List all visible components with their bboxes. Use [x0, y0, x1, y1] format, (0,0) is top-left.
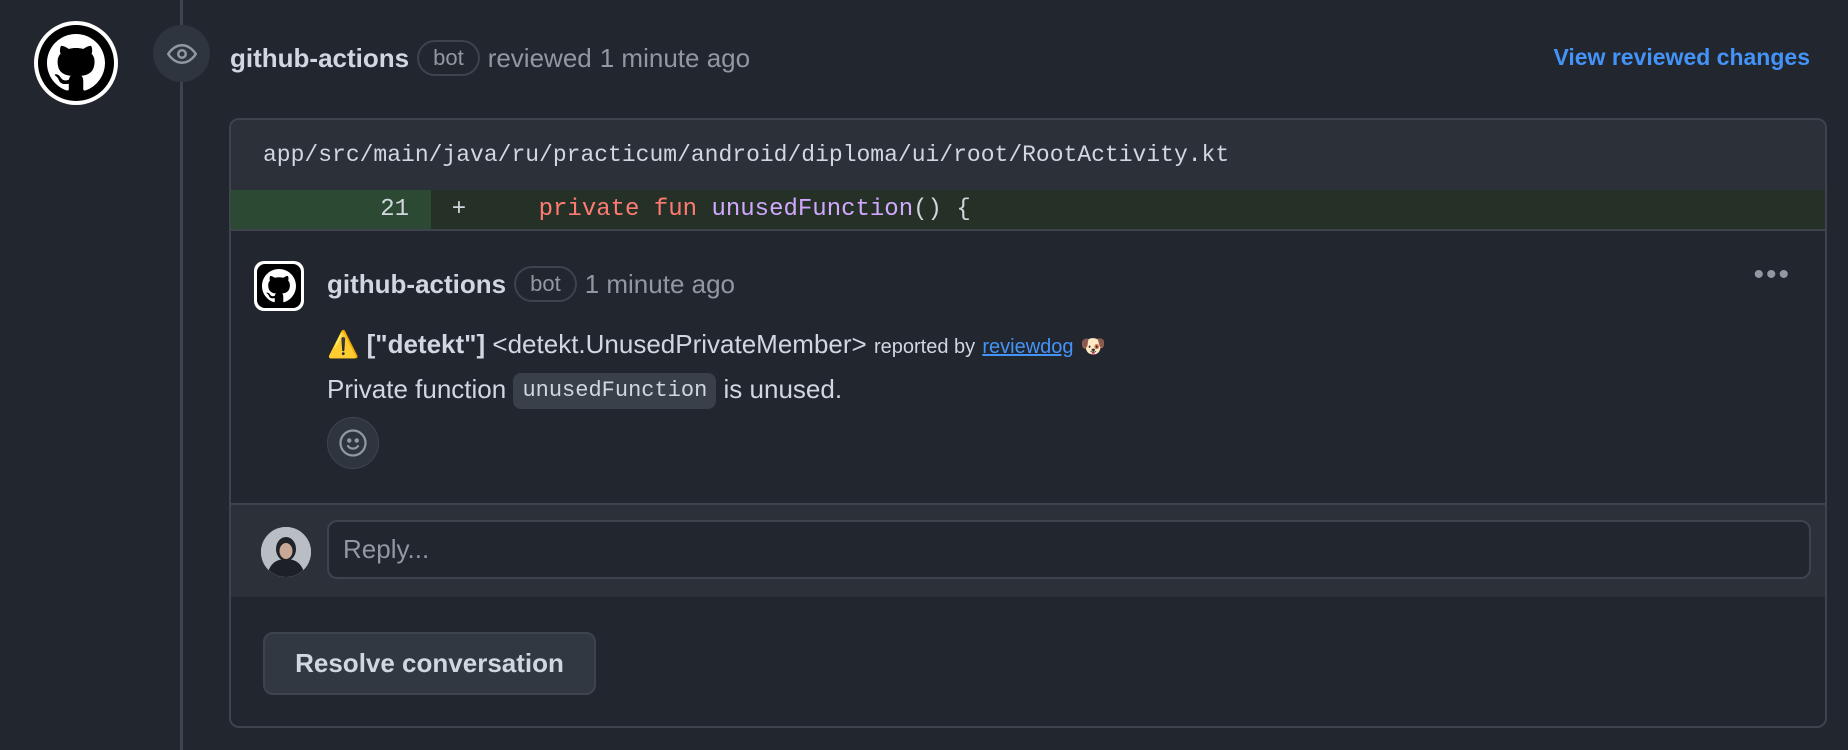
review-time[interactable]: 1 minute ago [600, 43, 750, 74]
code-rest: () { [913, 196, 971, 223]
reviewdog-link[interactable]: reviewdog [982, 336, 1073, 358]
comment-line-2: Private function unusedFunction is unuse… [327, 368, 1727, 410]
eye-badge [153, 25, 210, 82]
review-action: reviewed [487, 42, 592, 73]
github-icon [47, 34, 105, 91]
review-author[interactable]: github-actions [230, 43, 409, 74]
reply-input[interactable]: Reply... [327, 520, 1811, 579]
add-reaction-button[interactable] [327, 417, 379, 469]
comment-avatar[interactable] [254, 261, 304, 311]
kebab-icon[interactable]: ••• [1753, 260, 1791, 290]
timeline-line [180, 0, 183, 750]
comment-tag: ["detekt"] [366, 329, 486, 359]
review-header: github-actions bot reviewed 1 minute ago [230, 40, 750, 76]
eye-icon [166, 43, 197, 64]
code-line: private fun unusedFunction() { [481, 196, 971, 223]
code-keyword-fun: fun [653, 196, 698, 223]
message-prefix: Private function [327, 374, 507, 404]
view-reviewed-changes-link[interactable]: View reviewed changes [1553, 44, 1810, 71]
comment-time[interactable]: 1 minute ago [585, 269, 735, 300]
review-comment: github-actions bot 1 minute ago ••• ⚠️ [… [231, 231, 1825, 505]
page: github-actions bot reviewed 1 minute ago… [0, 0, 1848, 750]
warning-icon: ⚠️ [327, 329, 360, 359]
diff-sign: + [451, 196, 467, 223]
bot-badge: bot [417, 40, 480, 76]
review-thread: app/src/main/java/ru/practicum/android/d… [229, 118, 1827, 728]
dog-icon: 🐶 [1080, 336, 1106, 358]
resolve-conversation-button[interactable]: Resolve conversation [263, 632, 596, 695]
comment-body: ⚠️ ["detekt"] <detekt.UnusedPrivateMembe… [327, 323, 1727, 410]
bot-badge: bot [514, 266, 577, 302]
comment-author[interactable]: github-actions [327, 269, 506, 300]
github-icon [262, 269, 296, 303]
reported-by-text: reported by [873, 336, 976, 358]
comment-line-1: ⚠️ ["detekt"] <detekt.UnusedPrivateMembe… [327, 323, 1727, 368]
user-avatar[interactable] [261, 527, 311, 577]
message-suffix: is unused. [723, 374, 843, 404]
smiley-icon [339, 429, 367, 457]
line-number[interactable]: 21 [231, 190, 431, 229]
diff-line: 21 + private fun unusedFunction() { [231, 190, 1825, 231]
avatar[interactable] [34, 21, 118, 105]
comment-rule: <detekt.UnusedPrivateMember> [492, 329, 867, 359]
file-path[interactable]: app/src/main/java/ru/practicum/android/d… [231, 120, 1825, 190]
reply-row: Reply... [231, 505, 1825, 597]
code-keyword-private: private [538, 196, 640, 223]
user-photo [261, 527, 311, 577]
code-function-name: unusedFunction [711, 196, 914, 223]
comment-header: github-actions bot 1 minute ago [327, 265, 735, 303]
inline-code: unusedFunction [513, 373, 717, 410]
